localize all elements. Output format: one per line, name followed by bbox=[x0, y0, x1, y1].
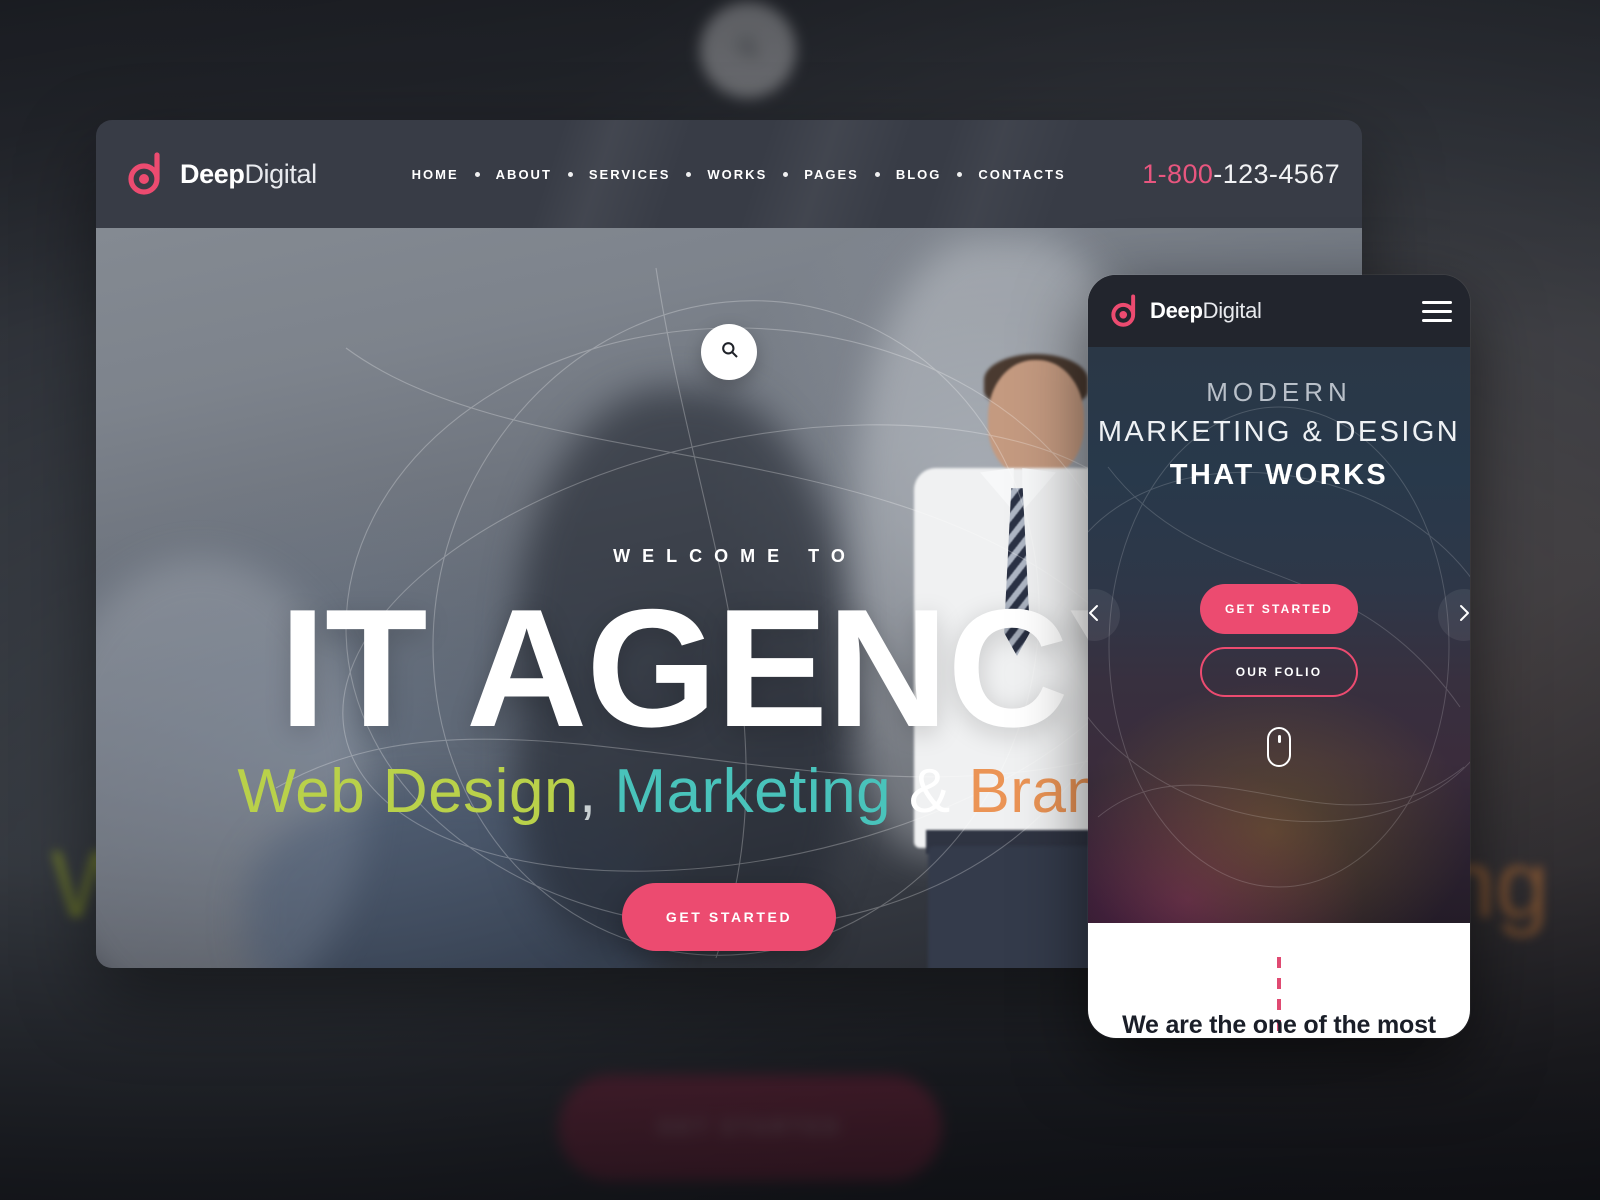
mouse-scroll-icon[interactable] bbox=[1267, 727, 1291, 767]
brand-logo[interactable]: DeepDigital bbox=[124, 152, 317, 196]
screenshot-stage: IT AGENCY Web Design, Marketing & Brandi… bbox=[0, 0, 1600, 1200]
nav-item-home[interactable]: HOME bbox=[401, 161, 470, 188]
brand-name: DeepDigital bbox=[180, 159, 317, 190]
phone-prefix: 1-800 bbox=[1142, 158, 1214, 189]
desktop-header: DeepDigital HOME ABOUT SERVICES WORKS PA… bbox=[96, 120, 1362, 228]
nav-bullet-separator bbox=[686, 171, 692, 177]
brand-name-bold: Deep bbox=[180, 158, 245, 189]
deepdigital-d-logo-icon bbox=[1108, 294, 1140, 328]
mobile-hero-buttons: GET STARTED OUR FOLIO bbox=[1088, 584, 1470, 697]
mobile-section-heading: We are the one of the most bbox=[1122, 1011, 1436, 1038]
hero-subtitle-word-2: Marketing bbox=[614, 756, 892, 826]
nav-item-blog[interactable]: BLOG bbox=[885, 161, 953, 188]
mobile-brand-name-light: Digital bbox=[1202, 298, 1262, 323]
nav-item-services[interactable]: SERVICES bbox=[578, 161, 682, 188]
mobile-brand-name: DeepDigital bbox=[1150, 298, 1262, 324]
mouse-scroll-wheel bbox=[1277, 735, 1281, 743]
nav-bullet-separator bbox=[874, 171, 880, 177]
phone-rest: -123-4567 bbox=[1213, 158, 1340, 189]
nav-item-works[interactable]: WORKS bbox=[696, 161, 778, 188]
nav-item-about[interactable]: ABOUT bbox=[485, 161, 563, 188]
mobile-hero-line-1: MODERN bbox=[1206, 377, 1352, 407]
hero-search-button[interactable] bbox=[701, 324, 757, 380]
mobile-hero-text: MODERN MARKETING & DESIGN THAT WORKS bbox=[1088, 347, 1470, 492]
nav-bullet-separator bbox=[783, 171, 789, 177]
mobile-next-section: We are the one of the most bbox=[1088, 923, 1470, 1038]
mobile-hero-section: MODERN MARKETING & DESIGN THAT WORKS GET… bbox=[1088, 347, 1470, 923]
hero-subtitle-word-1: Web Design bbox=[237, 756, 579, 826]
nav-bullet-separator bbox=[567, 171, 573, 177]
chevron-left-icon bbox=[1088, 604, 1101, 627]
main-navigation: HOME ABOUT SERVICES WORKS PAGES BLOG CON… bbox=[401, 161, 1077, 188]
mobile-get-started-button[interactable]: GET STARTED bbox=[1200, 584, 1358, 634]
hamburger-line bbox=[1422, 309, 1452, 313]
hero-get-started-button[interactable]: GET STARTED bbox=[622, 882, 836, 951]
nav-item-pages[interactable]: PAGES bbox=[793, 161, 870, 188]
mobile-brand-logo[interactable]: DeepDigital bbox=[1108, 294, 1262, 328]
hero-subtitle-ampersand: & bbox=[908, 756, 951, 826]
hamburger-line bbox=[1422, 318, 1452, 322]
hamburger-line bbox=[1422, 300, 1452, 304]
mobile-mockup: DeepDigital MODERN MARKETING & DESIGN TH… bbox=[1088, 275, 1470, 1038]
deepdigital-d-logo-icon bbox=[124, 152, 166, 196]
mobile-our-folio-button[interactable]: OUR FOLIO bbox=[1200, 647, 1358, 697]
mobile-brand-name-bold: Deep bbox=[1150, 298, 1203, 323]
hero-subtitle-comma: , bbox=[578, 756, 597, 826]
mobile-header: DeepDigital bbox=[1088, 275, 1470, 347]
mobile-hero-line-3: THAT WORKS bbox=[1169, 459, 1389, 491]
chevron-right-icon bbox=[1457, 604, 1470, 627]
mobile-hero-line-2: MARKETING & DESIGN bbox=[1097, 416, 1461, 448]
search-icon bbox=[720, 340, 739, 364]
nav-item-contacts[interactable]: CONTACTS bbox=[967, 161, 1076, 188]
nav-bullet-separator bbox=[957, 171, 963, 177]
hamburger-menu-icon[interactable] bbox=[1422, 300, 1452, 322]
nav-bullet-separator bbox=[474, 171, 480, 177]
header-phone-number[interactable]: 1-800-123-4567 bbox=[1142, 159, 1340, 190]
brand-name-light: Digital bbox=[244, 158, 317, 189]
